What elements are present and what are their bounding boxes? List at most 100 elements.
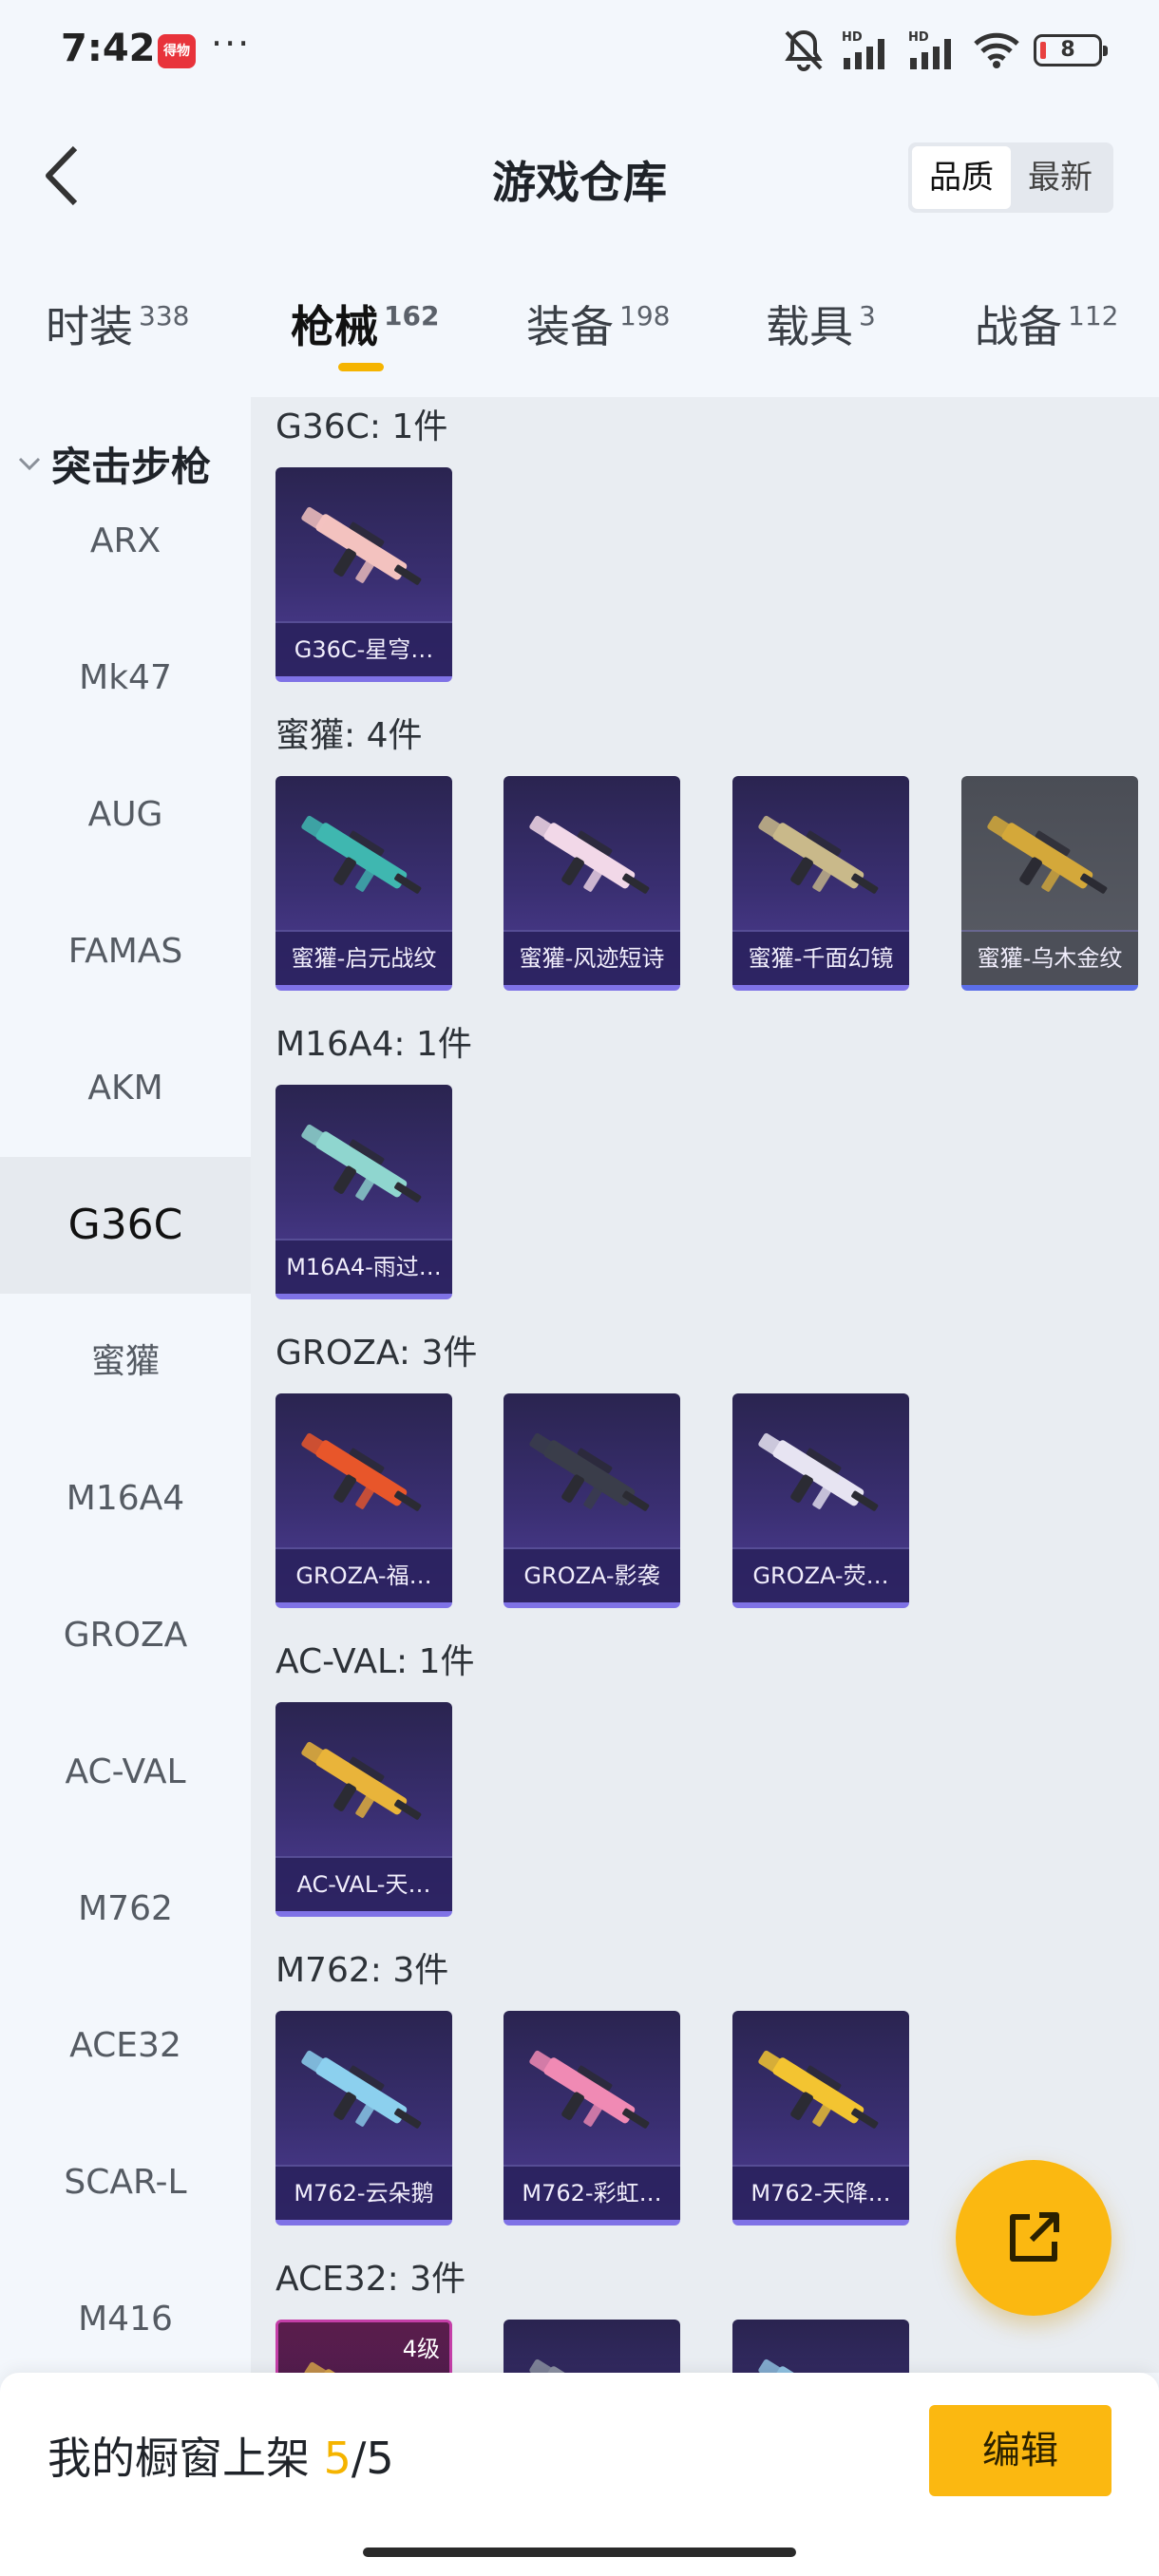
tab-fashion[interactable]: 时装 338	[46, 293, 189, 355]
chevron-down-icon	[18, 457, 41, 470]
weapon-card[interactable]	[732, 2320, 909, 2373]
group-title: 蜜獾: 4件	[276, 716, 423, 755]
tab-count: 112	[1068, 300, 1119, 331]
weapon-card[interactable]: M762-天降…	[732, 2011, 909, 2226]
battery-icon: 8	[1034, 34, 1108, 66]
tab-label: 装备	[526, 301, 614, 352]
header: 游戏仓库 品质 最新	[0, 114, 1159, 247]
showcase-current: 5	[323, 2433, 352, 2484]
weapon-card-label: G36C-星穹…	[276, 621, 452, 676]
weapon-card-label: M762-云朵鹅	[276, 2165, 452, 2220]
weapon-card-label: 蜜獾-风迹短诗	[504, 930, 680, 985]
weapon-card[interactable]: AC-VAL-天…	[276, 1702, 452, 1917]
weapon-card[interactable]: 蜜獾-风迹短诗	[504, 776, 680, 991]
tab-count: 162	[384, 300, 440, 331]
share-icon	[1010, 2212, 1059, 2262]
signal-hd-icon-2: HD	[908, 30, 951, 69]
svg-text:HD: HD	[842, 30, 863, 45]
weapon-sidebar: 突击步枪 ARX Mk47 AUG FAMAS AKM G36C 蜜獾 M16A4 GROZA A…	[0, 397, 251, 2373]
gun-skin-icon	[758, 2358, 864, 2373]
tab-label: 枪械	[291, 301, 378, 352]
sidebar-item-m762[interactable]: M762	[0, 1841, 251, 1978]
sidebar-item-famas[interactable]: FAMAS	[0, 883, 251, 1020]
tab-count: 3	[859, 300, 876, 331]
weapon-card-label: M16A4-雨过…	[276, 1239, 452, 1294]
sidebar-item-ac-val[interactable]: AC-VAL	[0, 1704, 251, 1841]
weapon-card-label: GROZA-荧…	[732, 1547, 909, 1602]
sidebar-item-arx[interactable]: ARX	[0, 473, 251, 610]
weapon-card-label: M762-彩虹…	[504, 2165, 680, 2220]
group-title: AC-VAL: 1件	[276, 1642, 475, 1681]
sidebar-item-g36c[interactable]: G36C	[0, 1157, 251, 1294]
weapon-card[interactable]: 蜜獾-启元战纹	[276, 776, 452, 991]
status-bar: 7:42 得物 ··· HD HD 8	[0, 0, 1159, 104]
weapon-card[interactable]: GROZA-荧…	[732, 1393, 909, 1608]
tab-gear[interactable]: 战备 112	[975, 293, 1118, 355]
category-tabs: 时装 338 枪械 162 装备 198 载具 3 战备 112	[0, 275, 1159, 389]
weapon-card[interactable]: 蜜獾-千面幻镜	[732, 776, 909, 991]
sidebar-item-m416[interactable]: M416	[0, 2251, 251, 2373]
svg-text:HD: HD	[908, 30, 929, 45]
edit-button[interactable]: 编辑	[929, 2405, 1112, 2496]
showcase-prefix: 我的橱窗上架	[48, 2433, 324, 2484]
share-button[interactable]	[956, 2160, 1112, 2316]
group-title: M762: 3件	[276, 1951, 449, 1990]
weapon-card[interactable]: GROZA-福…	[276, 1393, 452, 1608]
weapon-card[interactable]: M762-彩虹…	[504, 2011, 680, 2226]
gun-skin-icon	[529, 1432, 650, 1511]
weapon-card-label: M762-天降…	[732, 2165, 909, 2220]
card-level-badge: 4级	[402, 2336, 440, 2362]
home-indicator[interactable]	[363, 2548, 796, 2557]
sidebar-item-ace32[interactable]: ACE32	[0, 1978, 251, 2114]
weapon-card[interactable]: M762-云朵鹅	[276, 2011, 452, 2226]
weapon-grid: G36C: 1件 G36C-星穹… 蜜獾: 4件 蜜獾-启元战纹 蜜獾-风迹短诗 蜜獾-千…	[251, 397, 1159, 2373]
group-title: ACE32: 3件	[276, 2260, 466, 2299]
gun-skin-icon	[301, 1432, 422, 1511]
tab-count: 338	[139, 300, 190, 331]
weapon-card[interactable]: G36C-星穹…	[276, 467, 452, 682]
tab-equipment[interactable]: 装备 198	[526, 293, 670, 355]
status-icons: HD HD 8	[781, 28, 1108, 72]
tab-vehicles[interactable]: 载具 3	[766, 293, 876, 355]
tab-label: 时装	[46, 301, 133, 352]
weapon-card[interactable]: 4级	[276, 2320, 452, 2373]
sidebar-item-akm[interactable]: AKM	[0, 1020, 251, 1157]
weapon-card[interactable]: 蜜獾-乌木金纹	[961, 776, 1138, 991]
weapon-card[interactable]	[504, 2320, 680, 2373]
gun-skin-icon	[529, 815, 650, 894]
sort-latest-button[interactable]: 最新	[1011, 146, 1110, 209]
tab-label: 战备	[975, 301, 1062, 352]
group-title: M16A4: 1件	[276, 1025, 472, 1064]
sidebar-item-groza[interactable]: GROZA	[0, 1567, 251, 1704]
tab-label: 载具	[766, 301, 853, 352]
gun-skin-icon	[301, 506, 422, 585]
sort-quality-button[interactable]: 品质	[912, 146, 1011, 209]
tab-guns[interactable]: 枪械 162	[291, 293, 439, 355]
sidebar-item-aug[interactable]: AUG	[0, 747, 251, 883]
weapon-card-label: GROZA-福…	[276, 1547, 452, 1602]
sort-toggle: 品质 最新	[908, 142, 1113, 213]
sidebar-item--[interactable]: 蜜獾	[0, 1294, 251, 1430]
gun-skin-icon	[301, 815, 422, 894]
active-tab-indicator	[338, 363, 384, 371]
weapon-card-label: GROZA-影袭	[504, 1547, 680, 1602]
sidebar-item-scar-l[interactable]: SCAR-L	[0, 2114, 251, 2251]
sidebar-item-mk47[interactable]: Mk47	[0, 610, 251, 747]
gun-skin-icon	[529, 2050, 650, 2129]
gun-skin-icon	[758, 1432, 879, 1511]
gun-skin-icon	[529, 2358, 636, 2373]
status-time: 7:42	[61, 27, 156, 70]
gun-skin-icon	[301, 1124, 422, 1203]
sidebar-item-m16a4[interactable]: M16A4	[0, 1430, 251, 1567]
showcase-bar: 我的橱窗上架 5/5 编辑	[0, 2373, 1159, 2576]
group-title: GROZA: 3件	[276, 1334, 478, 1373]
weapon-card-label: 蜜獾-启元战纹	[276, 930, 452, 985]
weapon-card[interactable]: M16A4-雨过…	[276, 1085, 452, 1299]
weapon-card-label: 蜜獾-千面幻镜	[732, 930, 909, 985]
gun-skin-icon	[758, 2050, 879, 2129]
tab-count: 198	[619, 300, 671, 331]
weapon-card[interactable]: GROZA-影袭	[504, 1393, 680, 1608]
mute-icon	[785, 29, 823, 71]
weapon-card-label: 蜜獾-乌木金纹	[961, 930, 1138, 985]
gun-skin-icon	[301, 1741, 422, 1820]
